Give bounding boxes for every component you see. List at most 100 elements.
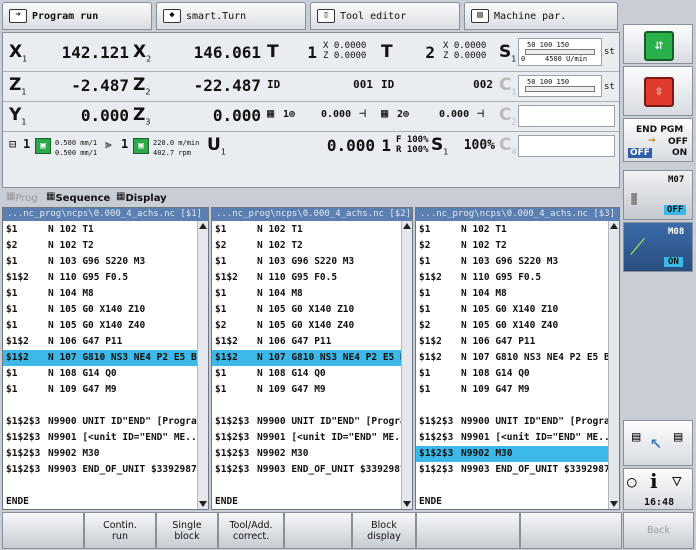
program-line[interactable]: $1 N 109 G47 M9 [416,382,608,398]
x2-value: 146.061 [193,43,261,62]
selected-program-line[interactable]: $1$2$3 N9902 M30 [416,446,608,462]
program-line[interactable]: $1 N 103 G96 S220 M3 [212,254,401,270]
tab-tool-editor[interactable]: ▯ Tool editor [310,2,460,30]
program-line[interactable]: $1$2$3 N9901 [<unit ID="END" ME... [212,430,401,446]
program-line[interactable]: $1$2$3 N9903 END_OF_UNIT $3392987... [212,462,401,478]
program-line[interactable]: $1 N 105 G0 X140 Z40 [3,318,197,334]
channel-tag: $1 [215,288,227,299]
scroll-down-icon[interactable] [610,501,618,507]
nc-block-text: N 102 T2 [461,240,507,251]
tab-machine-par[interactable]: ▤ Machine par. [464,2,618,30]
tab-program-run[interactable]: ➜ Program run [2,2,152,30]
softkey-5[interactable] [284,512,352,549]
program-line[interactable]: ENDE [3,494,197,510]
program-line[interactable]: $1$2 N 110 G95 F0.5 [212,270,401,286]
program-line[interactable]: $1 N 102 T1 [212,222,401,238]
program-line[interactable]: $1 N 103 G96 S220 M3 [416,254,608,270]
block-display-button[interactable]: Block display [352,512,416,549]
nc-block-text: N9902 M30 [48,448,100,459]
program-line[interactable]: $1$2 N 107 G810 NS3 NE4 P2 E5 B... [416,350,608,366]
program-line[interactable]: $1$2 N 110 G95 F0.5 [3,270,197,286]
softkey-7[interactable] [416,512,520,549]
program-line[interactable]: $2 N 105 G0 X140 Z40 [416,318,608,334]
program-line[interactable]: $1 N 108 G14 Q0 [3,366,197,382]
scrollbar[interactable] [608,221,619,509]
program-line[interactable]: $1$2 N 110 G95 F0.5 [416,270,608,286]
tool-add-correct-button[interactable]: Tool/Add. correct. [218,512,284,549]
program-line[interactable]: $1$2$3 N9903 END_OF_UNIT $3392987... [416,462,608,478]
program-line[interactable]: $1 N 108 G14 Q0 [416,366,608,382]
continuous-run-button[interactable]: Contin. run [84,512,156,549]
program-line[interactable]: $1$2 N 106 G47 P11 [212,334,401,350]
program-pane-3[interactable]: ...nc_prog\ncps\0.000_4_achs.nc [$3] $1 N… [415,207,620,510]
spindle-number: 1 [121,137,129,151]
program-line[interactable]: $1$2$3 N9903 END_OF_UNIT $3392987... [3,462,197,478]
program-line[interactable]: $1 N 104 M8 [212,286,401,302]
channel-tag: $1 [215,368,227,379]
info-panel[interactable]: ○ i ▽ 16:48 [623,468,693,510]
softkey-8[interactable] [520,512,622,549]
program-line[interactable]: $1 N 109 G47 M9 [212,382,401,398]
program-line[interactable]: $1$2$3 N9900 UNIT ID"END" [Progra... [3,414,197,430]
scrollbar[interactable] [197,221,208,509]
program-line[interactable]: $1$2$3 N9900 UNIT ID"END" [Progra... [416,414,608,430]
single-block-button[interactable]: Single block [156,512,218,549]
program-line[interactable] [416,478,608,494]
scroll-down-icon[interactable] [199,501,207,507]
program-line[interactable]: $1 N 102 T1 [416,222,608,238]
program-pane-1[interactable]: ...nc_prog\ncps\0.000_4_achs.nc [$1] $1 N… [2,207,209,510]
scroll-up-icon[interactable] [403,223,411,229]
program-line[interactable] [212,398,401,414]
program-line[interactable]: $1$2 N 106 G47 P11 [416,334,608,350]
screen-layout-button-1[interactable]: ⇵ [623,24,693,64]
program-line[interactable]: $1 N 103 G96 S220 M3 [3,254,197,270]
program-line[interactable]: $1 N 102 T1 [3,222,197,238]
program-line[interactable]: $1$2 N 106 G47 P11 [3,334,197,350]
program-line[interactable]: $2 N 102 T2 [416,238,608,254]
program-pane-2[interactable]: ...nc_prog\ncps\0.000_4_achs.nc [$2] $1 N… [211,207,413,510]
scroll-down-icon[interactable] [403,501,411,507]
softkey-1[interactable] [2,512,84,549]
program-line[interactable]: $1 N 104 M8 [3,286,197,302]
program-line[interactable]: $2 N 102 T2 [3,238,197,254]
channel-tag: $1$2 [215,336,238,347]
program-line[interactable]: $1 N 105 G0 X140 Z10 [416,302,608,318]
prog-mode[interactable]: ▦ Prog [6,191,38,204]
program-line[interactable]: $2 N 105 G0 X140 Z40 [212,318,401,334]
nc-block-text: N 110 G95 F0.5 [257,272,338,283]
program-line[interactable] [212,478,401,494]
program-line[interactable]: $1$2$3 N9902 M30 [212,446,401,462]
back-button[interactable]: Back [623,512,694,549]
tab-smart-turn[interactable]: ◆ smart.Turn [156,2,306,30]
program-line[interactable]: $1 N 109 G47 M9 [3,382,197,398]
m08-button[interactable]: M08 ⟋ ON [623,222,693,272]
screen-layout-button-2[interactable]: ⇳ [623,66,693,116]
feed-spindle-button[interactable]: ▤ ↖ ▤ [623,420,693,466]
program-line[interactable]: $1$2$3 N9901 [<unit ID="END" ME... [416,430,608,446]
scroll-up-icon[interactable] [610,223,618,229]
program-line[interactable]: $1$2$3 N9900 UNIT ID"END" [Progra... [212,414,401,430]
program-line[interactable]: $1$2$3 N9902 M30 [3,446,197,462]
off-state: OFF [628,148,652,158]
scroll-up-icon[interactable] [199,223,207,229]
program-line[interactable]: $1 N 105 G0 X140 Z10 [212,302,401,318]
arrow-right-icon: ➜ [9,9,27,23]
nc-block-text: N 102 T1 [461,224,507,235]
program-line[interactable]: $1 N 108 G14 Q0 [212,366,401,382]
program-line[interactable] [416,398,608,414]
scrollbar[interactable] [401,221,412,509]
program-line[interactable]: $2 N 102 T2 [212,238,401,254]
m07-button[interactable]: M07 ▮ OFF [623,170,693,220]
program-line[interactable]: $1$2$3 N9901 [<unit ID="END" ME... [3,430,197,446]
sequence-mode[interactable]: ▦ Sequence [46,191,110,204]
selected-program-line[interactable]: $1$2 N 107 G810 NS3 NE4 P2 E5 B... [212,350,401,366]
program-line[interactable]: ENDE [416,494,608,510]
program-line[interactable] [3,398,197,414]
program-line[interactable]: $1 N 105 G0 X140 Z10 [3,302,197,318]
program-line[interactable]: ENDE [212,494,401,510]
selected-program-line[interactable]: $1$2 N 107 G810 NS3 NE4 P2 E5 B... [3,350,197,366]
display-mode[interactable]: ▦ Display [116,191,167,204]
program-line[interactable] [3,478,197,494]
program-line[interactable]: $1 N 104 M8 [416,286,608,302]
end-pgm-button[interactable]: END PGM → OFF OFF ON [623,118,693,162]
